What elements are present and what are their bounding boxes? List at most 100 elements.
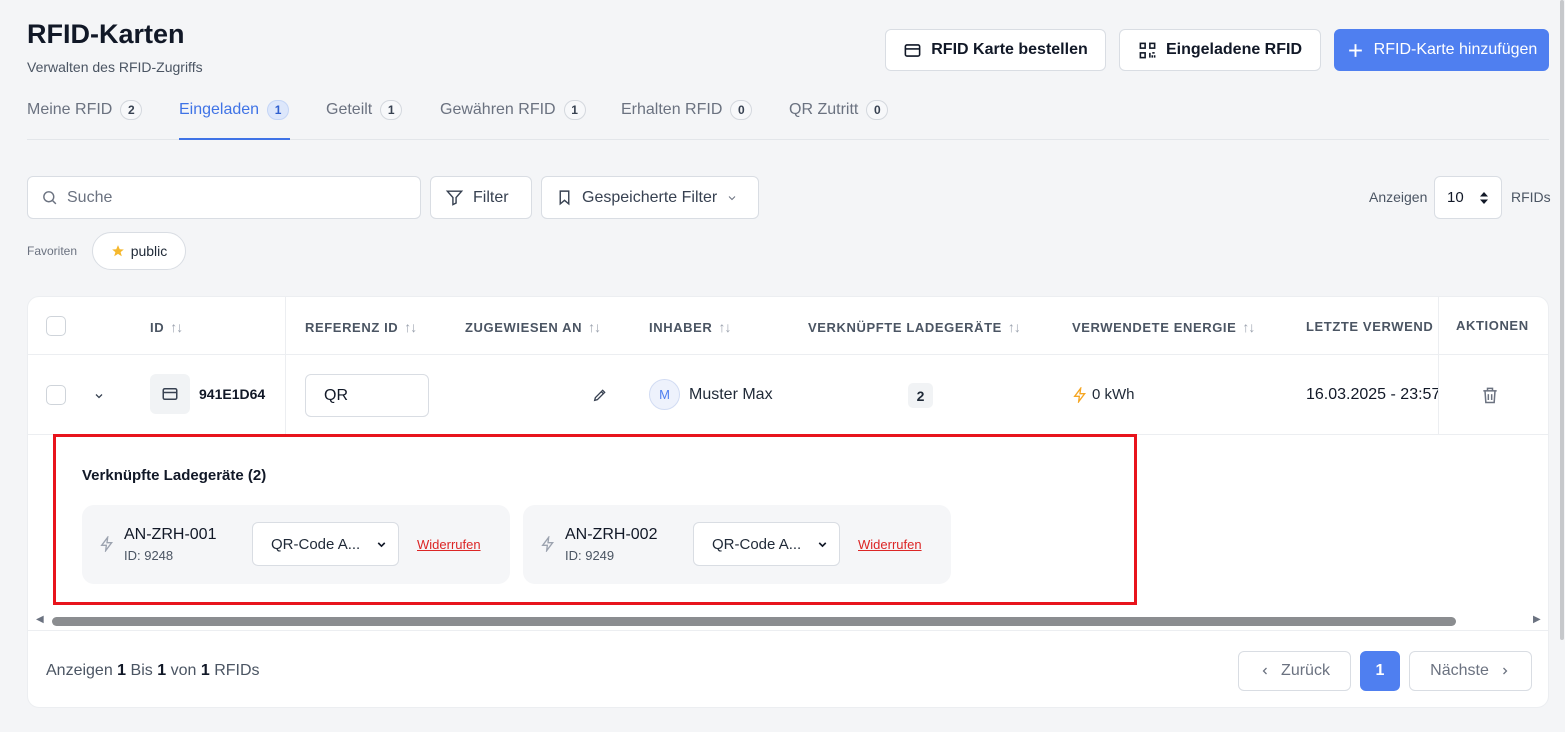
page-1-button[interactable]: 1 — [1360, 651, 1400, 691]
tab-my-rfid[interactable]: Meine RFID 2 — [27, 96, 143, 140]
tab-grant-rfid[interactable]: Gewähren RFID 1 — [440, 96, 586, 140]
vertical-scrollbar[interactable] — [1559, 0, 1565, 732]
access-type-select[interactable]: QR-Code A... — [252, 522, 399, 566]
chevron-down-icon — [377, 541, 386, 547]
card-icon-box — [150, 374, 190, 414]
column-header-energy[interactable]: VERWENDETE ENERGIE ↑↓ — [1072, 319, 1255, 335]
saved-filter-label: Gespeicherte Filter — [582, 188, 718, 206]
linked-count-badge: 2 — [908, 383, 933, 408]
revoke-link[interactable]: Widerrufen — [417, 537, 481, 552]
next-page-label: Nächste — [1430, 662, 1489, 679]
filter-button[interactable]: Filter — [430, 176, 532, 219]
next-page-button[interactable]: Nächste — [1409, 651, 1532, 691]
scrollbar-thumb[interactable] — [52, 617, 1456, 626]
favorite-chip-public[interactable]: public — [92, 232, 186, 270]
sort-icon: ↑↓ — [404, 319, 417, 335]
scroll-right-arrow-icon[interactable]: ▶ — [1533, 614, 1541, 625]
access-type-select[interactable]: QR-Code A... — [693, 522, 840, 566]
order-rfid-button[interactable]: RFID Karte bestellen — [885, 29, 1106, 71]
plus-icon — [1348, 43, 1362, 57]
summary-total: 1 — [200, 662, 210, 679]
charger-name: AN-ZRH-001 — [124, 526, 217, 543]
column-header-label: LETZTE VERWEND — [1306, 319, 1434, 334]
column-header-id[interactable]: ID ↑↓ — [150, 319, 183, 335]
search-input[interactable] — [67, 188, 387, 207]
invited-rfid-label: Eingeladene RFID — [1165, 41, 1303, 58]
bolt-icon — [541, 536, 554, 552]
add-rfid-label: RFID-Karte hinzufügen — [1373, 41, 1538, 58]
page-title: RFID-Karten — [27, 19, 185, 49]
chevron-left-icon — [1262, 667, 1267, 675]
column-header-last-used[interactable]: LETZTE VERWEND — [1306, 319, 1438, 334]
energy-text: 0 kWh — [1092, 386, 1135, 403]
charger-name: AN-ZRH-002 — [565, 526, 658, 543]
qr-code-icon — [1139, 42, 1156, 58]
column-header-label: VERKNÜPFTE LADEGERÄTE — [808, 319, 1002, 335]
show-label: Anzeigen — [1369, 189, 1428, 205]
invited-rfid-button[interactable]: Eingeladene RFID — [1119, 29, 1321, 71]
summary-text: Anzeigen — [46, 662, 113, 679]
chevron-down-icon[interactable] — [93, 390, 105, 402]
sort-icon: ↑↓ — [1242, 319, 1255, 335]
reference-id-input[interactable] — [305, 374, 429, 417]
rfid-table: ID ↑↓ REFERENZ ID ↑↓ ZUGEWIESEN AN ↑↓ INHAB… — [27, 296, 1549, 708]
column-header-label: INHABER — [649, 319, 713, 335]
summary-text: von — [170, 662, 197, 679]
linked-chargers-title: Verknüpfte Ladegeräte (2) — [82, 467, 267, 484]
charger-card: AN-ZRH-001 ID: 9248 QR-Code A... Widerru… — [82, 505, 510, 584]
tab-count-badge: 0 — [866, 100, 889, 120]
column-header-actions: AKTIONEN — [1456, 318, 1529, 333]
add-rfid-button[interactable]: RFID-Karte hinzufügen — [1334, 29, 1549, 71]
search-box — [27, 176, 421, 219]
tab-label: Gewähren RFID — [440, 101, 556, 118]
tab-qr-access[interactable]: QR Zutritt 0 — [789, 96, 889, 140]
credit-card-icon — [904, 43, 921, 57]
star-icon — [111, 245, 124, 257]
trash-icon[interactable] — [1480, 385, 1500, 405]
tab-label: Erhalten RFID — [621, 101, 723, 118]
select-all-checkbox[interactable] — [46, 316, 66, 336]
filter-label: Filter — [473, 188, 509, 206]
tab-count-badge: 1 — [267, 100, 290, 120]
saved-filter-dropdown[interactable]: Gespeicherte Filter — [541, 176, 759, 219]
previous-page-button[interactable]: Zurück — [1238, 651, 1351, 691]
sort-icon: ↑↓ — [1007, 319, 1021, 335]
summary-from: 1 — [117, 662, 127, 679]
scrollbar-thumb[interactable] — [1560, 0, 1564, 640]
tab-label: Geteilt — [326, 101, 373, 118]
last-used-value: 16.03.2025 - 23:57 — [1306, 386, 1438, 403]
chevron-down-icon — [728, 195, 736, 200]
sort-updown-icon — [1480, 191, 1488, 204]
tab-label: QR Zutritt — [789, 101, 859, 118]
column-header-reference[interactable]: REFERENZ ID ↑↓ — [305, 319, 417, 335]
column-header-label: VERWENDETE ENERGIE — [1072, 319, 1237, 335]
pagination-summary: Anzeigen 1 Bis 1 von 1 RFIDs — [46, 662, 260, 680]
horizontal-scrollbar[interactable]: ◀ ▶ — [28, 611, 1548, 631]
charger-id: ID: 9248 — [124, 548, 174, 563]
table-row: 941E1D64 M Muster Max 2 0 kWh 16.03.2025… — [28, 355, 1548, 435]
tab-invited[interactable]: Eingeladen 1 — [179, 96, 290, 140]
energy-value: 0 kWh — [1072, 386, 1135, 403]
credit-card-icon — [162, 388, 178, 400]
avatar: M — [649, 379, 680, 410]
column-header-assigned[interactable]: ZUGEWIESEN AN ↑↓ — [465, 319, 601, 335]
tab-shared[interactable]: Geteilt 1 — [326, 96, 403, 140]
column-header-owner[interactable]: INHABER ↑↓ — [649, 319, 731, 335]
tab-received-rfid[interactable]: Erhalten RFID 0 — [621, 96, 753, 140]
chevron-down-icon — [818, 541, 827, 547]
pencil-icon[interactable] — [592, 387, 608, 403]
row-checkbox[interactable] — [46, 385, 66, 405]
column-header-linked-chargers[interactable]: VERKNÜPFTE LADEGERÄTE ↑↓ — [808, 319, 1021, 335]
tab-count-badge: 0 — [730, 100, 753, 120]
search-icon — [43, 191, 57, 205]
tab-count-badge: 1 — [380, 100, 403, 120]
tab-count-badge: 1 — [563, 100, 586, 120]
favorite-chip-label: public — [130, 243, 168, 259]
revoke-link[interactable]: Widerrufen — [858, 537, 922, 552]
page-number: 1 — [1375, 662, 1385, 679]
summary-text: RFIDs — [214, 662, 260, 679]
per-page-select[interactable]: 10 — [1434, 176, 1502, 219]
scroll-left-arrow-icon[interactable]: ◀ — [36, 614, 44, 625]
tab-count-badge: 2 — [120, 100, 143, 120]
column-header-label: AKTIONEN — [1456, 318, 1529, 333]
